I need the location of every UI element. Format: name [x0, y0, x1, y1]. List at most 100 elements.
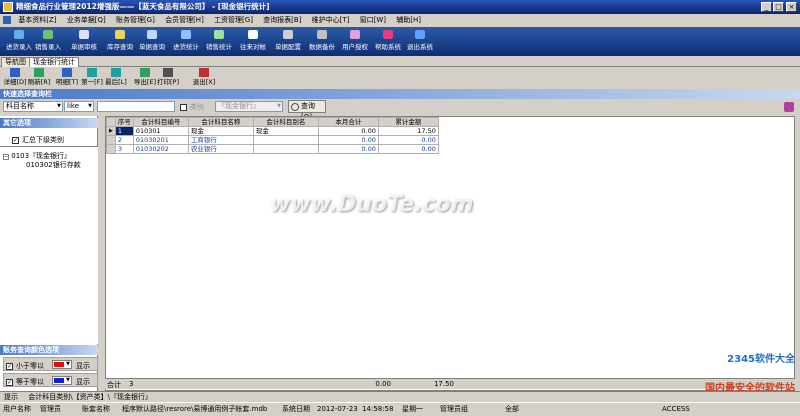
report-button-last[interactable]: 最后[L] [104, 68, 128, 88]
cell-month[interactable]: 0.00 [317, 135, 379, 145]
toolbar-button-help[interactable]: 帮助系统 [372, 29, 404, 55]
toolbar-button-reconcile[interactable]: 往来对帐 [237, 29, 269, 55]
header-row: 序号 会计科目编号 会计科目名称 会计科目别名 本月合计 累计金额 [106, 117, 439, 127]
table-row[interactable]: 2 01030201 工商银行 0.00 0.00 [106, 135, 439, 145]
report-button-detail[interactable]: 详细[D] [3, 68, 27, 88]
toolbar-button-backup[interactable]: 数据备份 [306, 29, 338, 55]
report-button-first[interactable]: 第一[F] [80, 68, 104, 88]
cell-total[interactable]: 17.50 [377, 126, 439, 136]
less-color-picker[interactable]: ▼ [52, 360, 72, 369]
toolbar-button-sales-entry[interactable]: 销售录入 [32, 29, 64, 55]
menu-maintenance[interactable]: 维护中心[T] [312, 16, 350, 24]
tree-child-item[interactable]: 010302银行存款 [26, 160, 81, 170]
user-label: 用户名称 [3, 405, 31, 413]
duote-watermark: www.DuoTe.com [270, 192, 474, 217]
col-month-total[interactable]: 本月合计 [317, 117, 379, 127]
col-no[interactable]: 序号 [114, 117, 134, 127]
summarize-option[interactable]: ✓ 汇总下级类别 [12, 135, 64, 145]
col-code[interactable]: 会计科目编号 [132, 117, 189, 127]
equal-color-picker[interactable]: ▼ [52, 376, 72, 385]
col-cumulative[interactable]: 累计金额 [377, 117, 439, 127]
cell-total[interactable]: 0.00 [377, 135, 439, 145]
minimize-button[interactable]: _ [761, 2, 772, 12]
report-button-export[interactable]: 导出[E] [133, 68, 157, 88]
maximize-button[interactable]: □ [773, 2, 784, 12]
search-field-select[interactable]: 科目名称 [3, 101, 63, 112]
menu-basic-data[interactable]: 基本资料[Z] [18, 16, 56, 24]
close-button[interactable]: × [786, 2, 797, 12]
summarize-checkbox[interactable]: ✓ [12, 136, 19, 144]
equal-zero-option: ✓ 等于零以 ▼ 显示 [3, 373, 98, 387]
cell-code[interactable]: 01030201 [132, 135, 189, 145]
toolbar-button-exit[interactable]: 退出系统 [404, 29, 436, 55]
main-toolbar: 进货录入 销售录入 单据审核 库存查询 单据查询 进货统计 销售统计 往来对帐 单据配置 数据备份… [0, 27, 800, 56]
book-icon[interactable] [784, 102, 794, 112]
table-row[interactable]: ▶ 1 010301 现金 现金 0.00 17.50 [106, 126, 439, 136]
toolbar-button-label: 销售录入 [35, 43, 61, 51]
col-name[interactable]: 会计科目名称 [187, 117, 254, 127]
less-than-zero-checkbox[interactable]: ✓ [6, 362, 13, 370]
cell-alias[interactable] [252, 144, 319, 154]
col-alias[interactable]: 会计科目别名 [252, 117, 319, 127]
equal-zero-checkbox[interactable]: ✓ [6, 378, 13, 386]
query-button[interactable]: 查询[Q] [288, 100, 326, 121]
menu-payroll[interactable]: 工资管理[G] [214, 16, 253, 24]
cell-no[interactable]: 3 [114, 144, 134, 154]
quick-search-header: 快速选择查询栏 [0, 89, 800, 99]
toolbar-button-doc-config[interactable]: 单据配置 [272, 29, 304, 55]
toolbar-button-sales-stat[interactable]: 销售统计 [203, 29, 235, 55]
menu-reports[interactable]: 查询报表[B] [263, 16, 301, 24]
tab-navigation[interactable]: 导航图 [1, 57, 30, 67]
splitter[interactable] [98, 116, 105, 391]
cell-month[interactable]: 0.00 [317, 126, 379, 136]
report-button-print[interactable]: 打印[P] [156, 68, 180, 88]
help-icon [383, 30, 393, 39]
weekday-value: 星期一 [402, 405, 423, 413]
report-button-label: 打印[P] [157, 78, 179, 86]
cell-alias[interactable] [252, 135, 319, 145]
report-toolbar: 详细[D] 刷新[R] 明细[T] 第一[F] 最后[L] 导出[E] 打印[P] 退出[X] [0, 67, 800, 89]
menu-business-docs[interactable]: 业务单据[Q] [67, 16, 106, 24]
cell-name[interactable]: 工商银行 [187, 135, 254, 145]
table-row[interactable]: 3 01030202 农业银行 0.00 0.00 [106, 144, 439, 154]
toolbar-button-import[interactable]: 进货录入 [3, 29, 35, 55]
toolbar-button-stock-query[interactable]: 库存查询 [104, 29, 136, 55]
audit-icon [79, 30, 89, 39]
tab-cash-bank-stats[interactable]: 现金银行统计 [29, 57, 79, 67]
hint-text: 会计科目类别\【资产类】\『现金银行』 [28, 393, 152, 401]
report-button-refresh[interactable]: 刷新[R] [27, 68, 51, 88]
menu-window[interactable]: 窗口[W] [360, 16, 386, 24]
cell-alias[interactable]: 现金 [252, 126, 319, 136]
collapse-icon[interactable]: − [3, 154, 9, 160]
export-icon [140, 68, 150, 77]
report-button-list[interactable]: 明细[T] [55, 68, 79, 88]
magnifier-icon [291, 103, 299, 111]
cell-code[interactable]: 01030202 [132, 144, 189, 154]
toolbar-button-purchase-stat[interactable]: 进货统计 [170, 29, 202, 55]
cell-month[interactable]: 0.00 [317, 144, 379, 154]
report-button-close-report[interactable]: 退出[X] [192, 68, 216, 88]
toolbar-button-doc-query[interactable]: 单据查询 [136, 29, 168, 55]
cell-code[interactable]: 010301 [132, 126, 189, 136]
cell-no[interactable]: 2 [114, 135, 134, 145]
cell-name[interactable]: 农业银行 [187, 144, 254, 154]
total-label: 合计 [107, 381, 121, 389]
search-value-input[interactable] [97, 101, 175, 112]
category-checkbox[interactable] [180, 103, 187, 111]
toolbar-button-label: 单据审核 [71, 43, 97, 51]
menu-help[interactable]: 辅助[H] [396, 16, 421, 24]
category-select[interactable]: 『现金银行』 [215, 101, 283, 112]
summarize-label: 汇总下级类别 [22, 136, 64, 144]
menu-members[interactable]: 会员管理[H] [165, 16, 204, 24]
app-menu-icon[interactable] [3, 16, 11, 24]
user-value: 管理员 [40, 405, 61, 413]
menu-accounts[interactable]: 账务管理[G] [116, 16, 155, 24]
title-bar: 精细食品行业管理2012增强版——【蓝天食品有限公司】 - [现金银行统计] [0, 0, 800, 14]
category-checkbox-group[interactable]: 类别 [180, 102, 204, 112]
toolbar-button-user-auth[interactable]: 用户授权 [339, 29, 371, 55]
cell-name[interactable]: 现金 [187, 126, 254, 136]
cell-no[interactable]: 1 [114, 126, 134, 136]
cell-total[interactable]: 0.00 [377, 144, 439, 154]
search-operator-select[interactable]: like [64, 101, 94, 112]
toolbar-button-audit[interactable]: 单据审核 [68, 29, 100, 55]
